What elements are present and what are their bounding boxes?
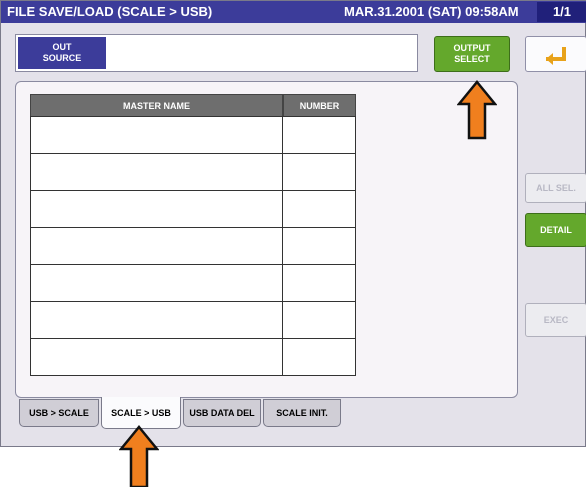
master-name-header: MASTER NAME: [30, 94, 283, 117]
number-cell: [282, 301, 356, 339]
datetime-display: MAR.31.2001 (SAT) 09:58AM: [344, 4, 519, 19]
exec-button[interactable]: EXEC: [525, 303, 586, 337]
out-source-label: OUT SOURCE: [18, 37, 106, 69]
up-arrow-icon: [119, 425, 159, 487]
all-select-button[interactable]: ALL SEL.: [525, 173, 586, 203]
table-row[interactable]: [30, 116, 356, 154]
tab-usb-to-scale[interactable]: USB > SCALE: [19, 399, 99, 427]
back-button[interactable]: [525, 36, 586, 72]
number-cell: [282, 116, 356, 154]
master-name-cell: [30, 190, 283, 228]
page-title: FILE SAVE/LOAD (SCALE > USB): [7, 4, 213, 19]
table-row[interactable]: [30, 264, 356, 302]
up-arrow-icon: [457, 80, 497, 140]
table-row[interactable]: [30, 153, 356, 191]
number-cell: [282, 264, 356, 302]
tab-scale-init[interactable]: SCALE INIT.: [263, 399, 341, 427]
table-row[interactable]: [30, 190, 356, 228]
number-header: NUMBER: [283, 94, 356, 117]
out-source-field: OUT SOURCE: [15, 34, 418, 72]
master-name-cell: [30, 264, 283, 302]
master-name-cell: [30, 301, 283, 339]
master-name-cell: [30, 338, 283, 376]
table-row[interactable]: [30, 227, 356, 265]
return-arrow-icon: [546, 47, 566, 65]
number-cell: [282, 190, 356, 228]
master-name-cell: [30, 116, 283, 154]
number-cell: [282, 153, 356, 191]
master-name-cell: [30, 153, 283, 191]
number-cell: [282, 338, 356, 376]
title-bar: FILE SAVE/LOAD (SCALE > USB) MAR.31.2001…: [1, 1, 586, 23]
output-select-button[interactable]: OUTPUT SELECT: [434, 36, 510, 72]
tab-usb-data-del[interactable]: USB DATA DEL: [183, 399, 261, 427]
table-row[interactable]: [30, 301, 356, 339]
table-row[interactable]: [30, 338, 356, 376]
scale-screen: FILE SAVE/LOAD (SCALE > USB) MAR.31.2001…: [0, 0, 586, 447]
detail-button[interactable]: DETAIL: [525, 213, 586, 247]
page-counter: 1/1: [537, 2, 586, 22]
number-cell: [282, 227, 356, 265]
table-header: MASTER NAME NUMBER: [30, 94, 356, 117]
master-name-cell: [30, 227, 283, 265]
master-table: MASTER NAME NUMBER: [30, 94, 356, 376]
